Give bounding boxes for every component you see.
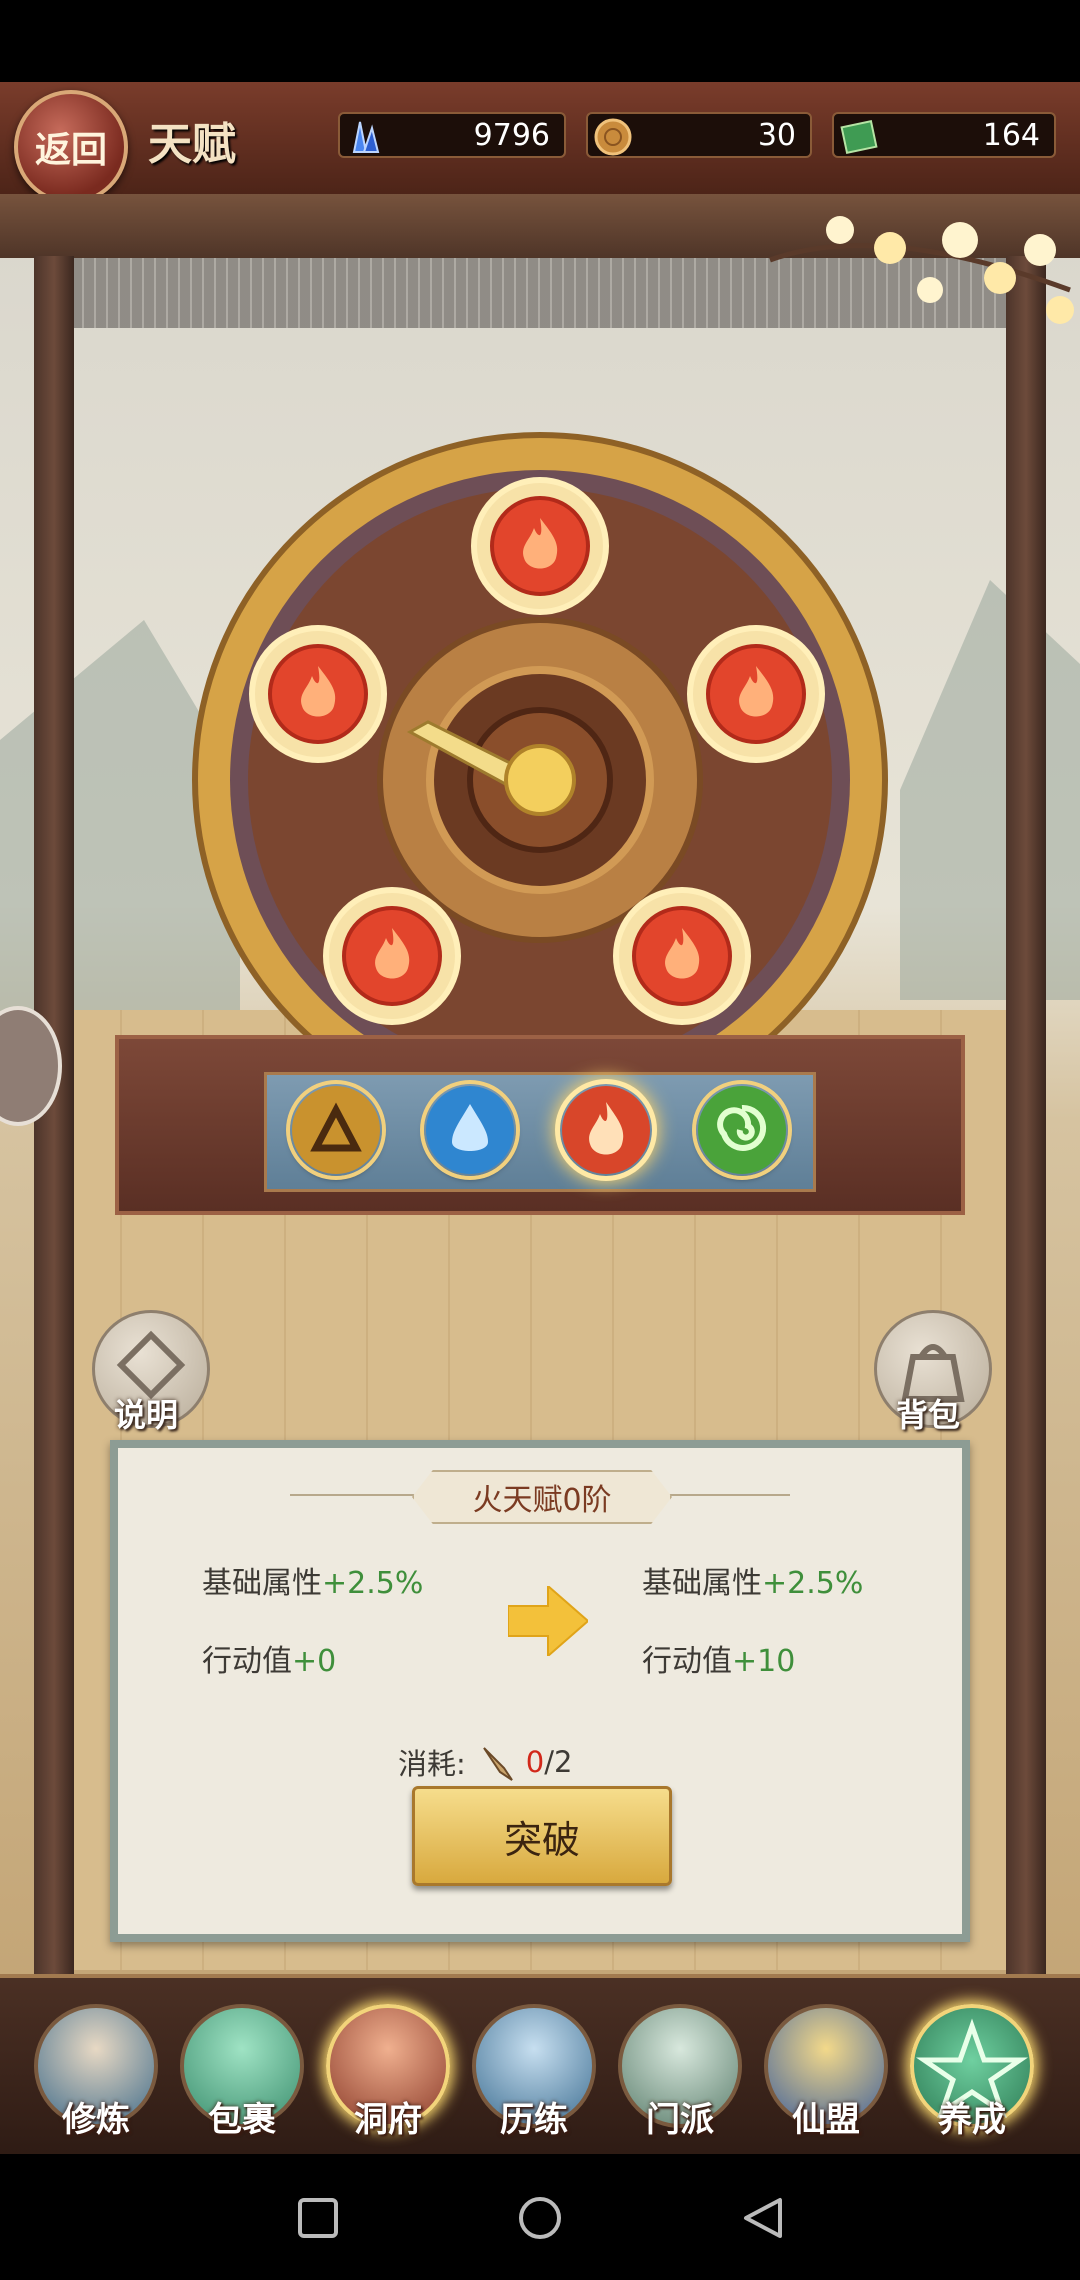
wheel-slot-1[interactable] bbox=[468, 474, 612, 618]
current-action-value: 行动值+0 bbox=[202, 1636, 336, 1680]
stat-label: 行动值 bbox=[202, 1644, 292, 1679]
nav-label: 洞府 bbox=[354, 2100, 422, 2140]
nav-cave[interactable]: 洞府 bbox=[322, 2000, 454, 2140]
water-element-button[interactable] bbox=[424, 1084, 516, 1176]
nav-alliance[interactable]: 仙盟 bbox=[760, 2000, 892, 2140]
nav-develop[interactable]: 养成 bbox=[906, 2000, 1038, 2140]
wood-element-button[interactable] bbox=[696, 1084, 788, 1176]
coin-value: 30 bbox=[757, 117, 796, 153]
stat-value: +2.5% bbox=[762, 1566, 864, 1601]
nav-label: 仙盟 bbox=[792, 2100, 860, 2140]
next-base-attr: 基础属性+2.5% bbox=[642, 1558, 863, 1602]
brush-icon bbox=[482, 1747, 513, 1781]
right-pillar bbox=[1006, 256, 1046, 1976]
talent-level-title: 火天赋0阶 bbox=[412, 1470, 672, 1524]
nav-label: 修炼 bbox=[62, 2100, 130, 2140]
stat-label: 行动值 bbox=[642, 1644, 732, 1679]
wheel-slot-5[interactable] bbox=[610, 884, 754, 1028]
wheel-slot-4[interactable] bbox=[320, 884, 464, 1028]
cost-label: 消耗: bbox=[398, 1747, 466, 1781]
nav-sect[interactable]: 门派 bbox=[614, 2000, 746, 2140]
wheel-slot-3[interactable] bbox=[684, 622, 828, 766]
nav-label: 历练 bbox=[500, 2100, 568, 2140]
stat-label: 基础属性 bbox=[642, 1566, 762, 1601]
home-icon[interactable] bbox=[516, 2194, 564, 2242]
stat-label: 基础属性 bbox=[202, 1566, 322, 1601]
current-base-attr: 基础属性+2.5% bbox=[202, 1558, 423, 1602]
nav-training[interactable]: 历练 bbox=[468, 2000, 600, 2140]
nav-cultivate[interactable]: 修炼 bbox=[30, 2000, 162, 2140]
coin-icon bbox=[594, 118, 632, 156]
stat-value: +10 bbox=[732, 1644, 796, 1679]
wheel-slot-2[interactable] bbox=[246, 622, 390, 766]
book-value: 164 bbox=[982, 117, 1040, 153]
nav-label: 包裹 bbox=[208, 2100, 276, 2140]
book-counter: 164 bbox=[832, 112, 1056, 158]
cost-have: 0 bbox=[525, 1745, 545, 1779]
help-label: 说明 bbox=[114, 1396, 179, 1434]
bag-label: 背包 bbox=[896, 1396, 961, 1434]
page-title: 天赋 bbox=[148, 119, 236, 170]
nav-bag[interactable]: 包裹 bbox=[176, 2000, 308, 2140]
top-bar: 返回 天赋 9796 30 164 bbox=[0, 82, 1080, 204]
upgrade-arrow-icon bbox=[508, 1586, 588, 1656]
recents-icon[interactable] bbox=[296, 2196, 340, 2240]
cost-row: 消耗: 0/2 bbox=[398, 1740, 572, 1784]
stat-value: +0 bbox=[292, 1644, 337, 1679]
breakthrough-button[interactable]: 突破 bbox=[412, 1786, 672, 1886]
nav-label: 门派 bbox=[646, 2100, 714, 2140]
fire-element-button[interactable] bbox=[560, 1084, 652, 1176]
cost-need: /2 bbox=[544, 1745, 573, 1779]
nav-label: 养成 bbox=[938, 2100, 1006, 2140]
plum-blossom-decoration bbox=[769, 216, 1074, 324]
back-button[interactable]: 返回 bbox=[14, 90, 128, 204]
stat-value: +2.5% bbox=[322, 1566, 424, 1601]
next-action-value: 行动值+10 bbox=[642, 1636, 795, 1680]
earth-element-button[interactable] bbox=[290, 1084, 382, 1176]
crystal-counter: 9796 bbox=[338, 112, 566, 158]
crystal-value: 9796 bbox=[473, 117, 550, 153]
system-nav-bar bbox=[0, 2154, 1080, 2280]
crystal-icon bbox=[352, 121, 380, 153]
back-nav-icon[interactable] bbox=[740, 2194, 786, 2242]
book-icon bbox=[840, 119, 878, 155]
coin-counter: 30 bbox=[586, 112, 812, 158]
